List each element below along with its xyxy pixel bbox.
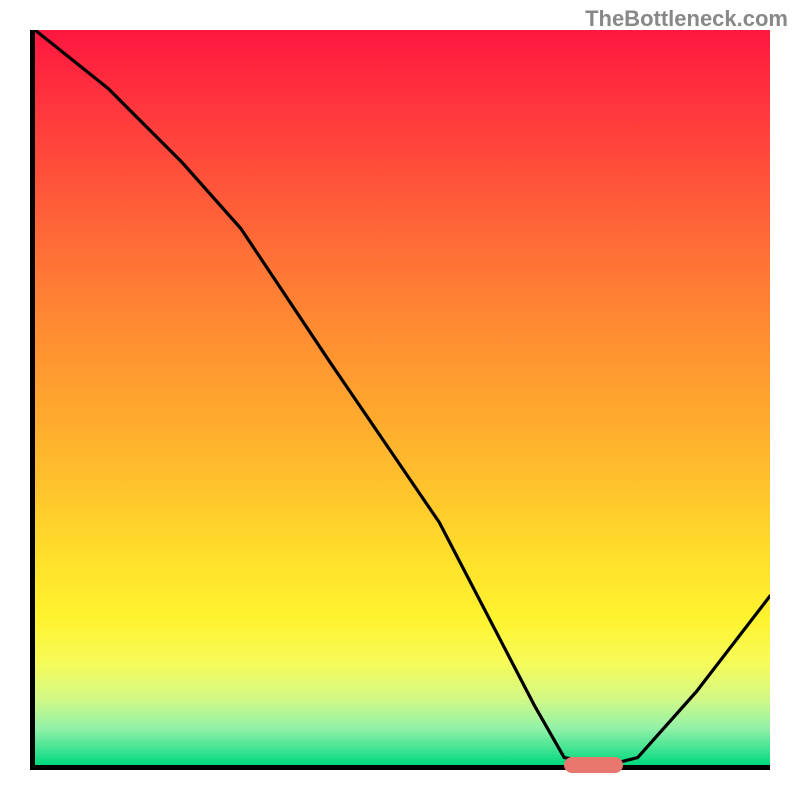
curve-path [35,30,770,765]
optimal-marker [564,757,623,773]
bottleneck-curve [35,30,770,765]
chart-plot-area [30,30,770,770]
watermark-label: TheBottleneck.com [585,6,788,32]
